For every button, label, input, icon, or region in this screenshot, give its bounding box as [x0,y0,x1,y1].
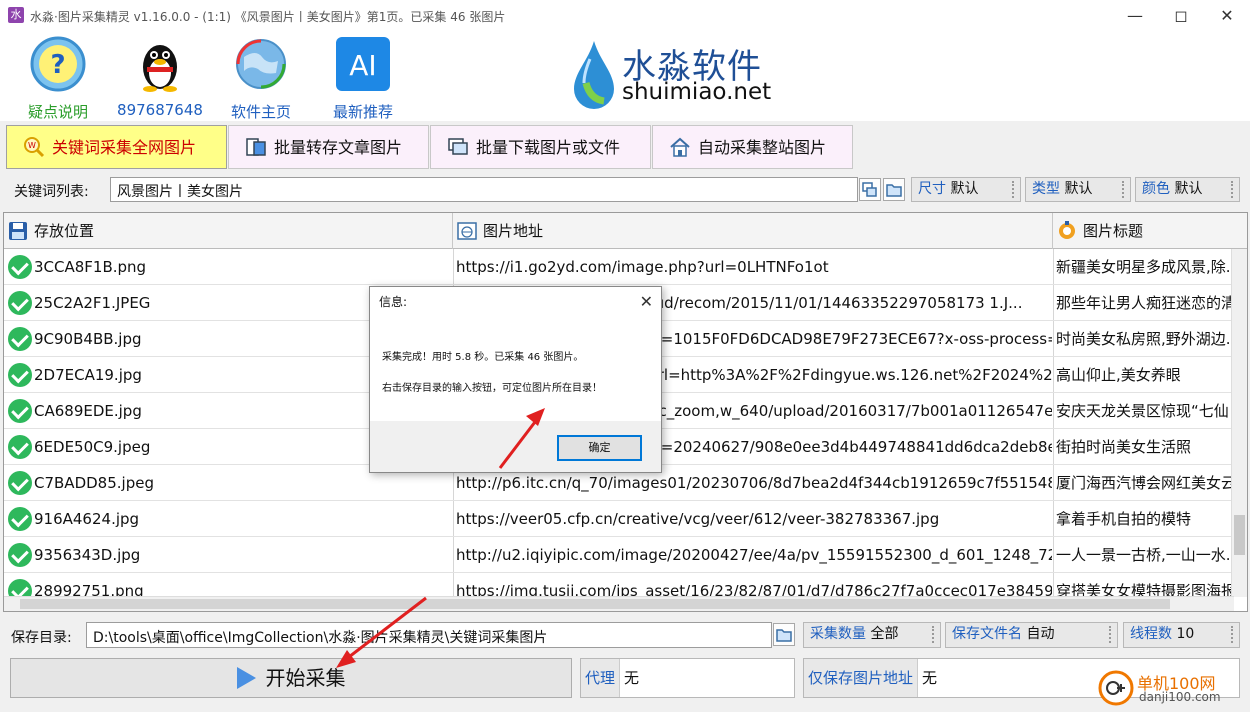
arrow-to-start [344,596,427,662]
site-watermark: 单机100网 danji100.com [1097,668,1247,708]
arrow-head [526,408,545,426]
watermark-logo-icon [1098,670,1134,706]
arrow-to-dialog [498,417,540,469]
annotation-arrows [336,408,545,668]
watermark-en: danji100.com [1139,690,1221,704]
